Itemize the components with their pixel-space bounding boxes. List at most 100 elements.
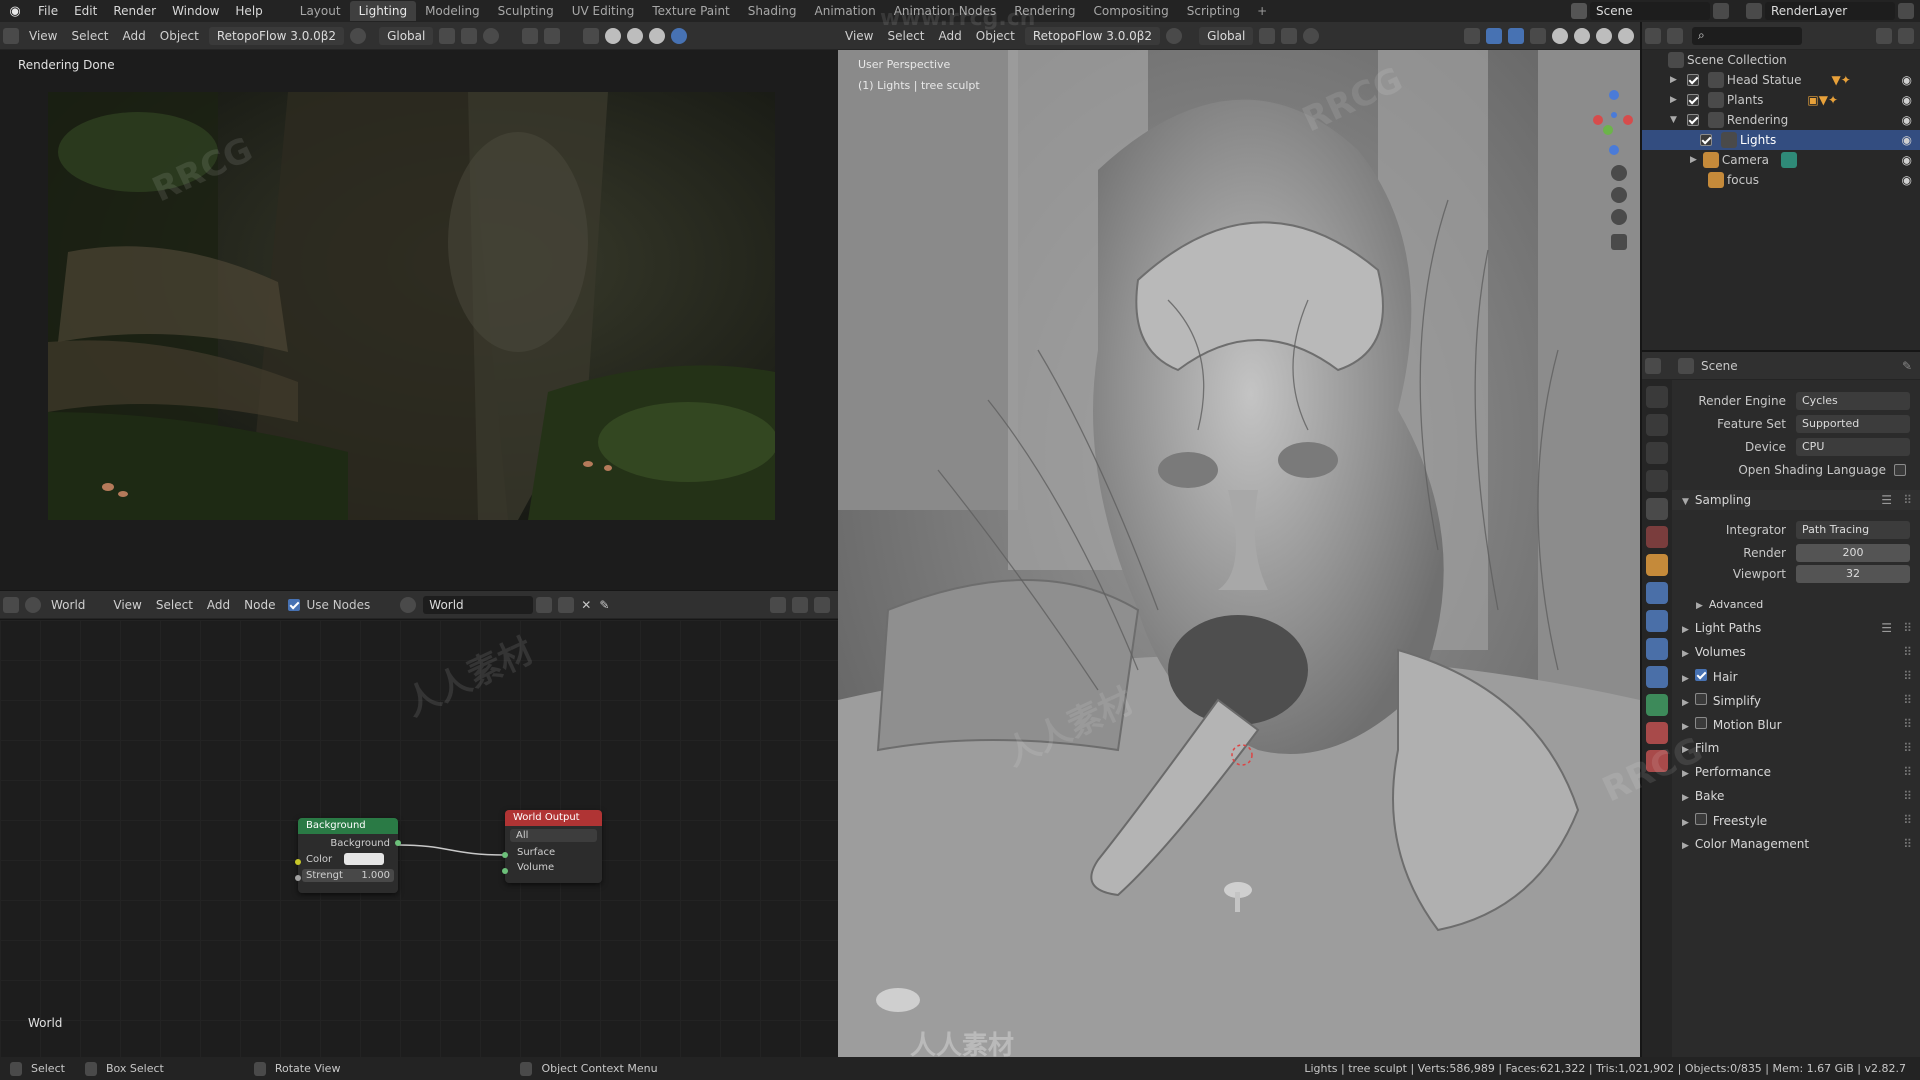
film-panel[interactable]: ▶ Film ⠿ [1672,738,1920,758]
gizmo-icon[interactable] [1486,27,1502,44]
outliner-root[interactable]: Scene Collection [1642,50,1920,70]
editor-type-icon[interactable] [3,27,19,44]
world-browse-icon[interactable] [400,596,417,613]
visibility-eye-icon[interactable]: ◉ [1902,173,1912,187]
drag-handle-icon[interactable]: ⠿ [1903,621,1912,635]
menu-node[interactable]: Node [237,598,282,612]
hair-checkbox[interactable] [1694,668,1707,681]
shading-material-icon[interactable] [649,27,666,44]
node-editor-canvas[interactable]: Background Background Color Strengt 1.00… [0,620,838,1057]
parent-node-icon[interactable] [770,596,786,613]
outliner-item-plants[interactable]: ▶ Plants ▣▼✦ ◉ [1642,90,1920,110]
menu-view[interactable]: View [22,29,64,43]
osl-checkbox[interactable] [1894,464,1906,476]
workspace-tab-modeling[interactable]: Modeling [416,1,489,21]
world-name-field[interactable]: World [423,595,534,614]
menu-object[interactable]: Object [153,29,206,43]
help-icon[interactable] [350,27,367,44]
visibility-eye-icon[interactable]: ◉ [1902,153,1912,167]
lights-checkbox[interactable] [1700,134,1712,146]
visibility-eye-icon[interactable]: ◉ [1902,113,1912,127]
drag-handle-icon[interactable]: ⠿ [1903,645,1912,659]
zoom-icon[interactable] [1611,165,1627,181]
hair-panel[interactable]: ▶ Hair ⠿ [1672,666,1920,686]
filter-icon[interactable] [1876,27,1892,44]
drag-handle-icon[interactable]: ⠿ [1903,765,1912,779]
menu-add[interactable]: Add [116,29,153,43]
new-scene-icon[interactable] [1713,3,1729,19]
pivot-icon[interactable] [1259,27,1276,44]
shading-rendered-icon[interactable] [1618,27,1634,44]
visibility-eye-icon[interactable]: ◉ [1902,133,1912,147]
shading-solid-icon[interactable] [1574,27,1590,44]
material-tab-icon[interactable] [1646,722,1668,744]
render-tab-icon[interactable] [1646,414,1668,436]
shading-rendered-icon[interactable] [671,27,688,44]
device-dropdown[interactable]: CPU [1796,438,1910,456]
color-management-panel[interactable]: ▶ Color Management ⠿ [1672,834,1920,854]
drag-handle-icon[interactable]: ⠿ [1903,837,1912,851]
snap-icon[interactable] [1281,27,1298,44]
unlink-icon[interactable]: ✕ [581,598,591,612]
shader-type-dropdown[interactable]: World [44,598,92,612]
blender-logo-icon[interactable]: ◉ [0,4,30,19]
render-samples-field[interactable]: 200 [1796,544,1910,562]
drag-handle-icon[interactable]: ⠿ [1903,741,1912,755]
outliner-item-focus[interactable]: focus ◉ [1642,170,1920,190]
fake-user-icon[interactable] [536,596,553,613]
menu-select[interactable]: Select [149,598,200,612]
performance-panel[interactable]: ▶ Performance ⠿ [1672,762,1920,782]
retopoflow-button[interactable]: RetopoFlow 3.0.0β2 [208,26,345,45]
overlay-node-icon[interactable] [814,596,830,613]
output-tab-icon[interactable] [1646,442,1668,464]
freestyle-checkbox[interactable] [1694,812,1707,825]
workspace-tab-animation[interactable]: Animation [806,1,885,21]
rendering-checkbox[interactable] [1686,114,1699,126]
menu-select[interactable]: Select [64,29,115,43]
menu-select[interactable]: Select [880,29,931,43]
menu-view[interactable]: View [106,598,148,612]
strength-input-socket[interactable] [295,875,301,881]
constraints-tab-icon[interactable] [1646,666,1668,688]
workspace-tab-compositing[interactable]: Compositing [1085,1,1178,21]
help-icon[interactable] [1166,27,1183,44]
editor-type-icon[interactable] [3,596,19,613]
3d-viewport[interactable] [838,50,1640,1057]
gizmo-icon[interactable] [544,27,561,44]
head-statue-checkbox[interactable] [1686,74,1699,86]
pin-icon[interactable]: ✎ [599,598,609,612]
menu-help[interactable]: Help [227,4,270,18]
menu-view[interactable]: View [838,29,880,43]
simplify-panel[interactable]: ▶ Simplify ⠿ [1672,690,1920,710]
background-node[interactable]: Background Background Color Strengt 1.00… [295,818,401,893]
workspace-tab-uv-editing[interactable]: UV Editing [563,1,644,21]
display-mode-icon[interactable] [1667,27,1683,44]
output-target-dropdown[interactable]: All [510,829,597,842]
workspace-tab-animation-nodes[interactable]: Animation Nodes [885,1,1006,21]
plants-checkbox[interactable] [1686,94,1699,106]
workspace-tab-shading[interactable]: Shading [739,1,806,21]
motion-blur-panel[interactable]: ▶ Motion Blur ⠿ [1672,714,1920,734]
drag-handle-icon[interactable]: ⠿ [1903,693,1912,707]
freestyle-panel[interactable]: ▶ Freestyle ⠿ [1672,810,1920,830]
drag-handle-icon[interactable]: ⠿ [1903,717,1912,731]
shading-material-icon[interactable] [1596,27,1612,44]
expand-arrow-icon[interactable]: ▶ [1690,155,1697,165]
view-layer-tab-icon[interactable] [1646,470,1668,492]
background-output-socket[interactable] [395,840,401,846]
scene-selector[interactable]: Scene [1590,2,1710,20]
outliner-item-camera[interactable]: ▶ Camera ◉ [1642,150,1920,170]
color-input-socket[interactable] [295,859,301,865]
proportional-edit-icon[interactable] [483,27,500,44]
snap-icon[interactable] [461,27,478,44]
drag-handle-icon[interactable]: ⠿ [1903,669,1912,683]
workspace-tab-texture-paint[interactable]: Texture Paint [643,1,738,21]
sampling-panel-header[interactable]: ▼ Sampling ☰ ⠿ [1672,490,1920,510]
overlay-icon[interactable] [522,27,539,44]
outliner-item-lights[interactable]: Lights ◉ [1642,130,1920,150]
shading-wire-icon[interactable] [605,27,622,44]
advanced-subpanel[interactable]: ▶ Advanced [1672,594,1920,614]
outliner-item-head-statue[interactable]: ▶ Head Statue ▼✦ ◉ [1642,70,1920,90]
viewport-samples-field[interactable]: 32 [1796,565,1910,583]
new-view-layer-icon[interactable] [1898,3,1914,19]
